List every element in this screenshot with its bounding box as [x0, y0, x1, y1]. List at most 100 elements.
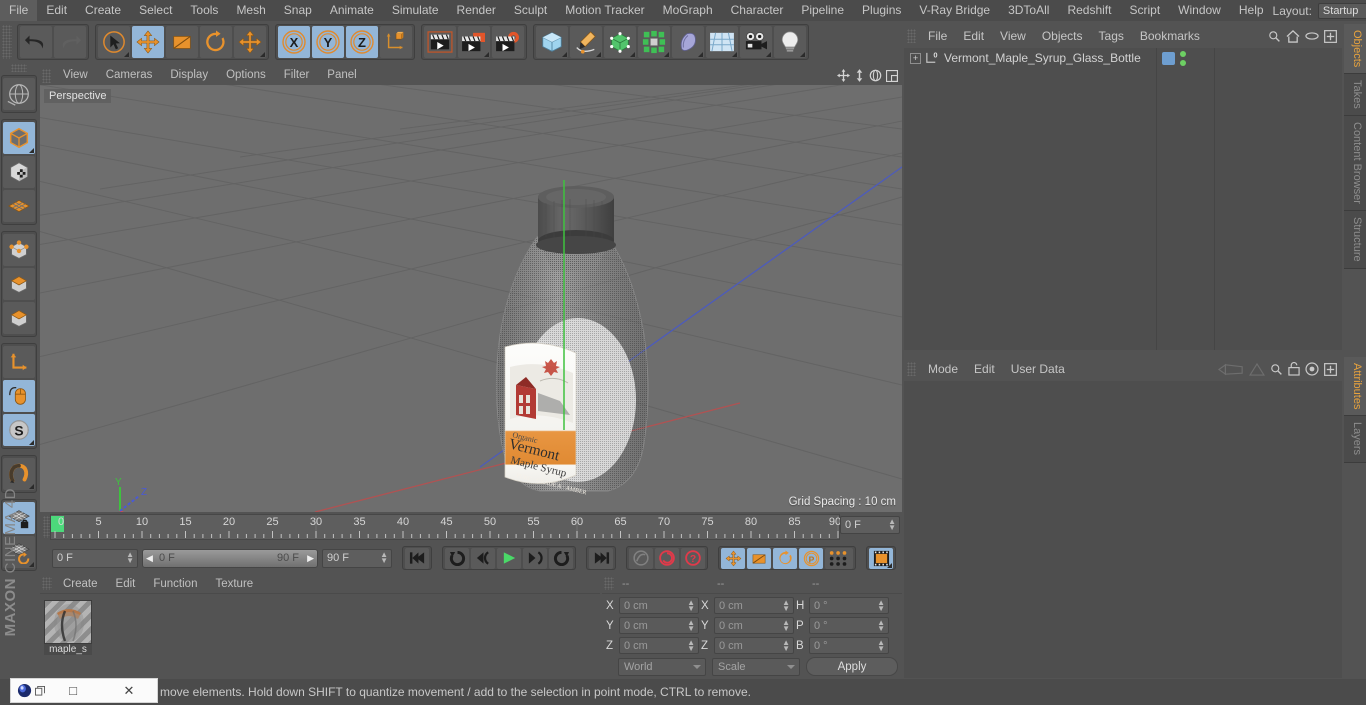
menu-item-character[interactable]: Character: [722, 0, 793, 21]
move-tool-button[interactable]: [132, 26, 164, 58]
add-cube-object-button[interactable]: [536, 26, 568, 58]
coord-field-rot-b[interactable]: 0 ° ▲ ▼: [809, 637, 889, 654]
polygons-mode-icon[interactable]: [3, 302, 35, 334]
object-menu-bookmarks[interactable]: Bookmarks: [1132, 24, 1208, 48]
spinner-icon[interactable]: ▲ ▼: [877, 639, 885, 653]
menu-item-animate[interactable]: Animate: [321, 0, 383, 21]
menu-item-file[interactable]: File: [0, 0, 38, 21]
search-icon[interactable]: [1268, 30, 1281, 43]
step-back-button[interactable]: [471, 547, 495, 569]
material-menu-grip[interactable]: [42, 577, 52, 590]
maximize-window-button[interactable]: □: [45, 683, 101, 698]
attribute-content[interactable]: [904, 381, 1342, 678]
close-window-button[interactable]: ✕: [101, 683, 157, 699]
spinner-icon[interactable]: ▲ ▼: [687, 639, 695, 653]
spinner-icon[interactable]: ▲ ▼: [877, 599, 885, 613]
range-left-arrow-icon[interactable]: ◀: [146, 553, 153, 564]
render-to-picture-viewer-button[interactable]: [458, 26, 490, 58]
world-object-axis-button[interactable]: [380, 26, 412, 58]
viewport-menu-grip[interactable]: [42, 68, 51, 83]
undo-button[interactable]: [20, 26, 52, 58]
viewport-menu-cameras[interactable]: Cameras: [97, 66, 162, 85]
menu-item-script[interactable]: Script: [1120, 0, 1169, 21]
loop-button[interactable]: [549, 547, 573, 569]
key-position-button[interactable]: [721, 547, 745, 569]
scale-tool-button[interactable]: [166, 26, 198, 58]
coordinates-grip[interactable]: [604, 577, 614, 590]
add-light-object-button[interactable]: [774, 26, 806, 58]
target-icon[interactable]: [1305, 362, 1319, 376]
spinner-icon[interactable]: ▲ ▼: [687, 599, 695, 613]
tab-takes[interactable]: Takes: [1344, 74, 1366, 117]
play-backwards-loop-button[interactable]: [445, 547, 469, 569]
apply-button[interactable]: Apply: [806, 657, 898, 676]
enable-modeling-axis-icon[interactable]: [3, 380, 35, 412]
coord-field-pos-x[interactable]: 0 cm ▲ ▼: [619, 597, 699, 614]
tab-attributes[interactable]: Attributes: [1344, 357, 1366, 417]
menu-item-render[interactable]: Render: [448, 0, 505, 21]
menu-item-help[interactable]: Help: [1230, 0, 1273, 21]
tab-content-browser[interactable]: Content Browser: [1344, 116, 1366, 211]
add-spline-object-button[interactable]: [570, 26, 602, 58]
add-mograph-object-button[interactable]: [638, 26, 670, 58]
viewport-menu-options[interactable]: Options: [217, 66, 275, 85]
spinner-icon[interactable]: ▲ ▼: [687, 619, 695, 633]
spinner-icon[interactable]: ▲ ▼: [782, 639, 790, 653]
home-icon[interactable]: [1286, 29, 1300, 43]
menu-item-snap[interactable]: Snap: [275, 0, 321, 21]
live-selection-tool-button[interactable]: [98, 26, 130, 58]
range-right-arrow-icon[interactable]: ▶: [307, 553, 314, 564]
menu-item-simulate[interactable]: Simulate: [383, 0, 448, 21]
menu-item-mograph[interactable]: MoGraph: [654, 0, 722, 21]
key-rotation-button[interactable]: [773, 547, 797, 569]
coord-field-size-z[interactable]: 0 cm ▲ ▼: [714, 637, 794, 654]
undo-view-icon[interactable]: [3, 78, 35, 110]
coord-field-rot-h[interactable]: 0 ° ▲ ▼: [809, 597, 889, 614]
axis-z-button[interactable]: Z: [346, 26, 378, 58]
object-menu-tags[interactable]: Tags: [1091, 24, 1132, 48]
tab-structure[interactable]: Structure: [1344, 210, 1366, 269]
play-forward-button[interactable]: [497, 547, 521, 569]
add-icon[interactable]: [1324, 362, 1337, 376]
attribute-menu-user-data[interactable]: User Data: [1003, 357, 1073, 381]
axis-x-button[interactable]: X: [278, 26, 310, 58]
axis-y-button[interactable]: Y: [312, 26, 344, 58]
object-menu-edit[interactable]: Edit: [955, 24, 992, 48]
menu-item-redshift[interactable]: Redshift: [1058, 0, 1120, 21]
menu-item-sculpt[interactable]: Sculpt: [505, 0, 556, 21]
menu-item-pipeline[interactable]: Pipeline: [792, 0, 853, 21]
lock-icon[interactable]: [1288, 362, 1300, 376]
object-row-vermont-bottle[interactable]: + 0 Vermont_Maple_Syrup_Glass_Bottle: [904, 48, 1342, 68]
tab-layers[interactable]: Layers: [1344, 416, 1366, 463]
menu-item-motion-tracker[interactable]: Motion Tracker: [556, 0, 653, 21]
render-view-button[interactable]: [424, 26, 456, 58]
coord-field-size-x[interactable]: 0 cm ▲ ▼: [714, 597, 794, 614]
rotate-tool-button[interactable]: [200, 26, 232, 58]
toolbar-grip[interactable]: [2, 25, 12, 59]
viewport-menu-panel[interactable]: Panel: [318, 66, 365, 85]
tab-objects[interactable]: Objects: [1344, 24, 1366, 75]
phong-tag-icon[interactable]: [1180, 50, 1186, 66]
go-to-start-button[interactable]: [405, 547, 429, 569]
rotate-view-icon[interactable]: [869, 68, 882, 83]
viewport-menu-display[interactable]: Display: [161, 66, 217, 85]
workplane-mode-icon[interactable]: [3, 190, 35, 222]
point-level-animation-button[interactable]: [825, 547, 853, 569]
end-frame-field[interactable]: 90 F ▲ ▼: [322, 548, 392, 568]
layout-dropdown[interactable]: Startup: [1317, 2, 1366, 19]
perspective-viewport[interactable]: Perspective Organic Vermont Maple Syrup …: [40, 85, 902, 512]
coordinate-space-dropdown[interactable]: World: [618, 657, 706, 676]
prev-icon[interactable]: [1218, 363, 1244, 376]
coord-field-pos-z[interactable]: 0 cm ▲ ▼: [619, 637, 699, 654]
timeline-ruler[interactable]: 0 5 10 15 20 25 30 35 40 45 50 55 60 65 …: [50, 514, 841, 540]
spinner-icon[interactable]: ▲ ▼: [126, 550, 134, 564]
menu-item-vray-bridge[interactable]: V-Ray Bridge: [910, 0, 999, 21]
autokey-mode-button[interactable]: [629, 547, 653, 569]
spinner-icon[interactable]: ▲ ▼: [782, 599, 790, 613]
axis-modify-icon[interactable]: [3, 346, 35, 378]
add-scene-object-button[interactable]: [706, 26, 738, 58]
spinner-icon[interactable]: ▲ ▼: [877, 619, 885, 633]
attribute-manager-grip[interactable]: [907, 362, 916, 376]
dolly-icon[interactable]: [853, 68, 866, 83]
expand-icon[interactable]: +: [910, 52, 921, 64]
